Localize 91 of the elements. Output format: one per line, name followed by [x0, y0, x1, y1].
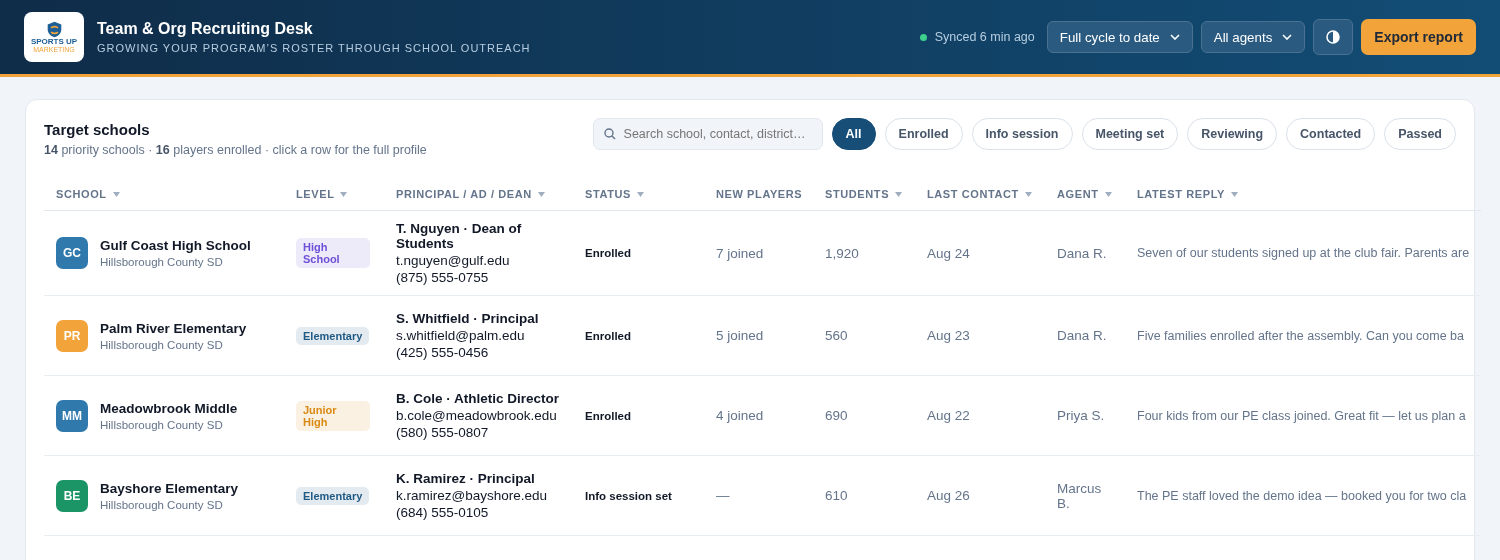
last-contact-text: Aug 22: [927, 408, 970, 423]
sync-status: Synced 6 min ago: [934, 30, 1035, 44]
status-text: Enrolled: [585, 247, 631, 259]
contact-phone: (425) 555-0456: [396, 345, 490, 360]
latest-reply-text: Seven of our students signed up at the club fair. Parents are: [1137, 246, 1470, 260]
agent-text: Dana R.: [1057, 328, 1107, 343]
students-text: 690: [825, 408, 848, 423]
contact-email: k.ramirez@bayshore.edu: [396, 488, 548, 503]
column-header[interactable]: STATUS: [585, 188, 644, 200]
column-header[interactable]: AGENT: [1057, 188, 1112, 200]
level-tag: Junior High: [296, 400, 370, 431]
column-header[interactable]: STUDENTS: [825, 188, 903, 200]
sort-icon[interactable]: [895, 192, 903, 197]
agent-text: Dana R.: [1057, 245, 1107, 261]
school-avatar: GC: [56, 237, 88, 269]
last-contact-text: Aug 24: [927, 245, 970, 261]
sort-icon[interactable]: [636, 192, 644, 197]
students-text: 1,920: [825, 245, 859, 261]
status-text: Enrolled: [585, 329, 631, 342]
column-header[interactable]: SCHOOL: [56, 188, 120, 200]
contact-phone: (580) 555-0807: [396, 425, 490, 440]
sort-icon[interactable]: [1230, 192, 1238, 197]
students-text: 560: [825, 328, 848, 343]
filter-chip[interactable]: Meeting set: [1081, 118, 1179, 150]
contact-email: b.cole@meadowbrook.edu: [396, 408, 558, 423]
chevron-down-icon: [1282, 34, 1293, 40]
app-subtitle: GROWING YOUR PROGRAM’S ROSTER THROUGH SCHOOL OUTREACH: [97, 42, 531, 54]
school-name[interactable]: Bayshore Elementary: [100, 480, 239, 496]
status-text: Info session set: [585, 489, 672, 502]
school-district: Hillsborough County SD: [100, 498, 224, 511]
filter-chip[interactable]: All: [831, 118, 876, 150]
export-report-button[interactable]: Export report: [1361, 19, 1476, 55]
sort-icon[interactable]: [112, 192, 120, 197]
contact-name: B. Cole · Athletic Director: [396, 391, 560, 406]
contact-name: S. Whitfield · Principal: [396, 311, 539, 326]
level-tag: Elementary: [296, 486, 370, 505]
level-tag: High School: [296, 238, 370, 268]
school-avatar: MM: [56, 399, 88, 432]
school-district: Hillsborough County SD: [100, 418, 224, 431]
new-players-text: 5 joined: [716, 328, 764, 343]
new-players-text: 7 joined: [716, 245, 764, 261]
school-name[interactable]: Gulf Coast High School: [100, 238, 251, 253]
school-avatar: BE: [56, 479, 88, 512]
contact-email: s.whitfield@palm.edu: [396, 328, 526, 343]
new-players-text: 4 joined: [716, 408, 764, 423]
logo-text: SPORTS UP: [30, 37, 78, 46]
filter-chip[interactable]: Contacted: [1286, 118, 1376, 150]
students-text: 610: [825, 488, 848, 503]
filter-chip[interactable]: Enrolled: [884, 118, 963, 150]
last-contact-text: Aug 23: [927, 328, 970, 343]
latest-reply-text: Five families enrolled after the assembly. Can you come ba: [1137, 328, 1464, 343]
panel-summary: 14 priority schools · 16 players enrolled · click a row for the full profile: [44, 143, 427, 157]
column-header[interactable]: LATEST REPLY: [1137, 188, 1238, 200]
agent-text: Priya S.: [1057, 408, 1105, 423]
column-header[interactable]: LEVEL: [296, 188, 348, 200]
school-district: Hillsborough County SD: [100, 256, 224, 268]
sort-icon[interactable]: [340, 192, 348, 197]
app-title: Team & Org Recruiting Desk: [97, 20, 314, 38]
chevron-down-icon: [1169, 34, 1180, 40]
contact-phone: (684) 555-0105: [396, 505, 490, 520]
sort-icon[interactable]: [537, 192, 545, 197]
school-district: Hillsborough County SD: [100, 338, 224, 351]
shield-icon: [45, 20, 63, 38]
filter-chip[interactable]: Passed: [1384, 118, 1456, 150]
school-avatar: PR: [56, 319, 88, 352]
level-tag: Elementary: [296, 326, 370, 345]
sync-status-dot: [919, 33, 927, 41]
contrast-icon: [1326, 30, 1341, 44]
school-name[interactable]: Meadowbrook Middle: [100, 400, 238, 416]
search-field[interactable]: Search school, contact, district…: [592, 118, 823, 150]
new-players-text: —: [716, 488, 730, 503]
contact-email: t.nguyen@gulf.edu: [396, 253, 511, 268]
contact-name: K. Ramirez · Principal: [396, 471, 536, 486]
panel-title: Target schools: [44, 121, 151, 138]
filter-chip[interactable]: Reviewing: [1187, 118, 1278, 150]
latest-reply-text: Four kids from our PE class joined. Great fit — let us plan a: [1137, 408, 1466, 423]
latest-reply-text: The PE staff loved the demo idea — booked you for two cla: [1137, 488, 1467, 503]
sort-icon[interactable]: [1104, 192, 1112, 197]
school-name[interactable]: Palm River Elementary: [100, 320, 247, 336]
filter-dropdown[interactable]: All agents: [1200, 21, 1306, 53]
filter-dropdown[interactable]: Full cycle to date: [1046, 21, 1193, 53]
sort-icon[interactable]: [1024, 192, 1032, 197]
filter-chip[interactable]: Info session: [971, 118, 1073, 150]
status-text: Enrolled: [585, 409, 631, 422]
agent-text: Marcus B.: [1057, 480, 1103, 511]
contact-phone: (875) 555-0755: [396, 270, 490, 285]
column-header[interactable]: PRINCIPAL / AD / DEAN: [396, 188, 545, 200]
theme-toggle-button[interactable]: [1313, 19, 1354, 55]
column-header[interactable]: LAST CONTACT: [927, 188, 1032, 200]
column-header[interactable]: NEW PLAYERS: [716, 188, 803, 200]
last-contact-text: Aug 26: [927, 488, 970, 503]
